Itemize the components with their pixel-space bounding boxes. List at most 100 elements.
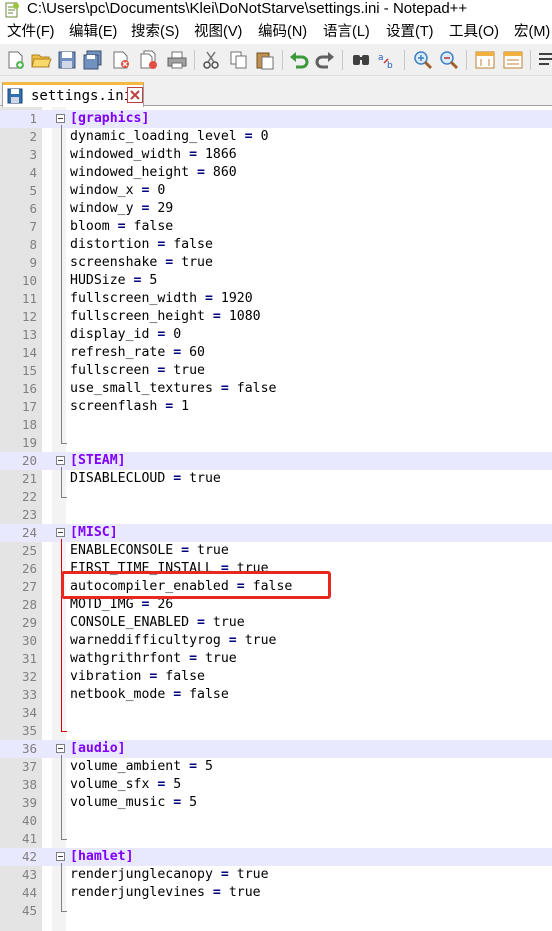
setting-value: true <box>204 651 237 666</box>
assign-operator: = <box>189 615 213 630</box>
line-number: 45 <box>21 903 37 918</box>
close-all-icon[interactable] <box>138 49 160 71</box>
save-all-icon[interactable] <box>82 49 104 71</box>
code-text: dynamic_loading_level = 0 <box>70 128 269 146</box>
menu-edit[interactable]: 编辑(E) <box>69 23 117 41</box>
section-header-line[interactable]: 42 [hamlet] <box>0 848 552 866</box>
code-line[interactable]: 22 <box>0 488 552 506</box>
code-line[interactable]: 2 dynamic_loading_level = 0 <box>0 128 552 146</box>
print-icon[interactable] <box>166 49 188 71</box>
code-line[interactable]: 11 fullscreen_width = 1920 <box>0 290 552 308</box>
code-line[interactable]: 4 windowed_height = 860 <box>0 164 552 182</box>
section-header-line[interactable]: 20 [STEAM] <box>0 452 552 470</box>
code-line[interactable]: 41 <box>0 830 552 848</box>
code-line[interactable]: 40 <box>0 812 552 830</box>
code-line[interactable]: 16 use_small_textures = false <box>0 380 552 398</box>
fold-line <box>61 467 62 497</box>
tab-label: settings.ini <box>31 88 133 104</box>
code-line[interactable]: 34 <box>0 704 552 722</box>
replace-icon[interactable]: ab <box>376 49 398 71</box>
tab-close-icon[interactable] <box>127 87 143 103</box>
code-line[interactable]: 5 window_x = 0 <box>0 182 552 200</box>
line-number: 9 <box>29 255 37 270</box>
fold-toggle-icon[interactable] <box>56 744 65 753</box>
code-line[interactable]: 9 screenshake = true <box>0 254 552 272</box>
line-number: 4 <box>29 165 37 180</box>
fold-toggle-icon[interactable] <box>56 114 65 123</box>
close-icon[interactable] <box>110 49 132 71</box>
code-line[interactable]: 29 CONSOLE_ENABLED = true <box>0 614 552 632</box>
code-line[interactable]: 43 renderjunglecanopy = true <box>0 866 552 884</box>
code-line[interactable]: 6 window_y = 29 <box>0 200 552 218</box>
new-file-icon[interactable] <box>4 49 26 71</box>
code-line[interactable]: 33 netbook_mode = false <box>0 686 552 704</box>
copy-icon[interactable] <box>228 49 250 71</box>
assign-operator: = <box>181 759 205 774</box>
code-text: window_x = 0 <box>70 182 165 200</box>
code-line[interactable]: 19 <box>0 434 552 452</box>
code-line[interactable]: 30 warneddifficultyrog = true <box>0 632 552 650</box>
setting-value: false <box>173 237 213 252</box>
menu-macro[interactable]: 宏(M) <box>514 23 550 41</box>
sync-vertical-icon[interactable] <box>474 49 496 71</box>
code-line[interactable]: 7 bloom = false <box>0 218 552 236</box>
code-line[interactable]: 15 fullscreen = true <box>0 362 552 380</box>
menu-tools[interactable]: 工具(O) <box>449 23 499 41</box>
code-line[interactable]: 31 wathgrithrfont = true <box>0 650 552 668</box>
menu-view[interactable]: 视图(V) <box>194 23 242 41</box>
menu-language[interactable]: 语言(L) <box>323 23 370 41</box>
fold-toggle-icon[interactable] <box>56 852 65 861</box>
section-header-line[interactable]: 1 [graphics] <box>0 110 552 128</box>
code-line[interactable]: 23 <box>0 506 552 524</box>
menu-settings[interactable]: 设置(T) <box>386 23 434 41</box>
menu-file[interactable]: 文件(F) <box>7 23 55 41</box>
setting-key: warneddifficultyrog <box>70 633 221 648</box>
code-line[interactable]: 39 volume_music = 5 <box>0 794 552 812</box>
code-line[interactable]: 44 renderjunglevines = true <box>0 884 552 902</box>
fold-line <box>61 755 62 839</box>
code-line[interactable]: 17 screenflash = 1 <box>0 398 552 416</box>
code-line[interactable]: 38 volume_sfx = 5 <box>0 776 552 794</box>
menu-search[interactable]: 搜索(S) <box>131 23 179 41</box>
code-line[interactable]: 10 HUDSize = 5 <box>0 272 552 290</box>
paste-icon[interactable] <box>254 49 276 71</box>
save-icon[interactable] <box>56 49 78 71</box>
assign-operator: = <box>165 795 190 810</box>
code-line[interactable]: 25 ENABLECONSOLE = true <box>0 542 552 560</box>
setting-value: 1 <box>181 399 190 414</box>
zoom-in-icon[interactable] <box>412 49 434 71</box>
editor-area[interactable]: 1 [graphics] 2 dynamic_loading_level = 0 3 wi… <box>0 107 552 931</box>
section-name: [STEAM] <box>70 453 126 468</box>
code-line[interactable]: 21 DISABLECLOUD = true <box>0 470 552 488</box>
code-line[interactable]: 12 fullscreen_height = 1080 <box>0 308 552 326</box>
setting-key: window_x <box>70 183 134 198</box>
code-line[interactable]: 13 display_id = 0 <box>0 326 552 344</box>
code-line[interactable]: 37 volume_ambient = 5 <box>0 758 552 776</box>
open-file-icon[interactable] <box>30 49 52 71</box>
section-header-line[interactable]: 24 [MISC] <box>0 524 552 542</box>
fold-toggle-icon[interactable] <box>56 528 65 537</box>
code-line[interactable]: 35 <box>0 722 552 740</box>
code-text: wathgrithrfont = true <box>70 650 237 668</box>
menu-encoding[interactable]: 编码(N) <box>258 23 307 41</box>
line-number: 27 <box>21 579 37 594</box>
cut-icon[interactable] <box>200 49 222 71</box>
find-icon[interactable] <box>350 49 372 71</box>
undo-icon[interactable] <box>288 49 310 71</box>
tab-settings-ini[interactable]: settings.ini <box>2 82 144 107</box>
code-line[interactable]: 45 <box>0 902 552 920</box>
code-line[interactable]: 14 refresh_rate = 60 <box>0 344 552 362</box>
sync-horizontal-icon[interactable] <box>502 49 524 71</box>
zoom-out-icon[interactable] <box>438 49 460 71</box>
assign-operator: = <box>220 633 245 648</box>
section-header-line[interactable]: 36 [audio] <box>0 740 552 758</box>
fold-toggle-icon[interactable] <box>56 456 65 465</box>
setting-value: false <box>165 669 205 684</box>
code-line[interactable]: 32 vibration = false <box>0 668 552 686</box>
line-number: 34 <box>21 705 37 720</box>
code-line[interactable]: 8 distortion = false <box>0 236 552 254</box>
code-line[interactable]: 3 windowed_width = 1866 <box>0 146 552 164</box>
code-line[interactable]: 18 <box>0 416 552 434</box>
word-wrap-icon[interactable] <box>536 49 552 71</box>
redo-icon[interactable] <box>314 49 336 71</box>
